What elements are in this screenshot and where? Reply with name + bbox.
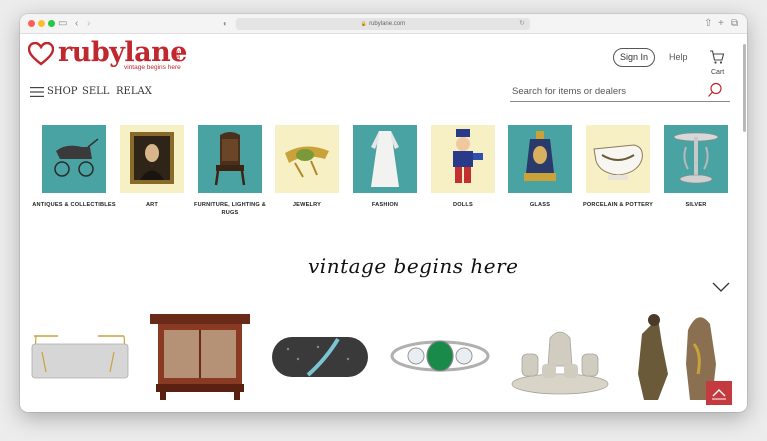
portrait-icon [120, 125, 184, 193]
nav-shop[interactable]: SHOP [47, 85, 78, 99]
product-image-silver-clutch[interactable] [28, 332, 132, 382]
browser-toolbar: ▭ ‹ › ◐ 🔒 rubylane.com ↻ ⇧ + ⧉ [20, 14, 747, 34]
privacy-shield-icon[interactable]: ◐ [223, 17, 228, 31]
nav-relax[interactable]: RELAX [116, 85, 152, 99]
sign-in-button[interactable]: Sign In [613, 48, 655, 67]
search-box [510, 80, 730, 102]
reload-icon[interactable]: ↻ [519, 18, 525, 30]
search-icon[interactable] [707, 82, 723, 98]
nav-sell[interactable]: SELL [82, 85, 109, 99]
category-label: GLASS [529, 202, 551, 208]
gravy-boat-icon [586, 125, 650, 193]
scrollbar-thumb[interactable] [743, 44, 746, 132]
page-scrollbar[interactable] [743, 36, 746, 412]
category-jewelry[interactable]: JEWELRY [275, 125, 339, 209]
cart-label[interactable]: Cart [711, 69, 724, 76]
category-label: ANTIQUES & COLLECTIBLES [32, 202, 116, 208]
hero-tagline: vintage begins here [308, 254, 519, 278]
back-icon[interactable]: ‹ [75, 17, 78, 31]
category-strip: ANTIQUES & COLLECTIBLES ART FURNITURE, L… [32, 125, 732, 225]
address-bar[interactable]: 🔒 rubylane.com ↻ [236, 18, 530, 30]
carriage-icon [42, 125, 106, 193]
zoom-window-button[interactable] [48, 20, 55, 27]
chair-icon [198, 125, 262, 193]
new-tab-icon[interactable]: + [718, 17, 724, 31]
category-label: PORCELAIN & POTTERY [582, 202, 654, 208]
forward-icon[interactable]: › [87, 17, 90, 31]
brand-tagline: vintage begins here [124, 64, 181, 71]
category-label: FURNITURE, LIGHTING & RUGS [194, 202, 266, 216]
product-image-emerald-ring[interactable] [388, 326, 492, 388]
category-antiques[interactable]: ANTIQUES & COLLECTIBLES [32, 125, 116, 209]
category-fashion[interactable]: FASHION [353, 125, 417, 209]
lock-icon: 🔒 [360, 21, 368, 27]
category-furniture[interactable]: FURNITURE, LIGHTING & RUGS [194, 125, 266, 217]
epergne-icon [664, 125, 728, 193]
site-header: rubylane .com vintage begins here Sign I… [20, 34, 747, 124]
brooch-icon [275, 125, 339, 193]
cart-icon[interactable] [709, 49, 725, 65]
scroll-to-top-button[interactable] [706, 381, 732, 405]
chevron-up-icon [712, 389, 726, 400]
hamburger-menu-icon[interactable] [30, 86, 44, 98]
category-label: FASHION [371, 202, 399, 208]
gown-icon [353, 125, 417, 193]
browser-window: ▭ ‹ › ◐ 🔒 rubylane.com ↻ ⇧ + ⧉ rubylane .… [20, 14, 747, 412]
help-link[interactable]: Help [669, 52, 688, 62]
heart-logo-icon[interactable] [28, 42, 54, 66]
share-icon[interactable]: ⇧ [704, 17, 712, 31]
product-image-curio-cabinet[interactable] [148, 312, 252, 402]
product-image-silver-tea-set[interactable] [508, 318, 612, 398]
category-label: ART [145, 202, 159, 208]
category-label: DOLLS [453, 202, 473, 208]
tab-overview-icon[interactable]: ⧉ [731, 17, 738, 31]
category-glass[interactable]: GLASS [508, 125, 572, 209]
category-dolls[interactable]: DOLLS [431, 125, 495, 209]
close-window-button[interactable] [28, 20, 35, 27]
doll-icon [431, 125, 495, 193]
category-porcelain[interactable]: PORCELAIN & POTTERY [583, 125, 653, 209]
minimize-window-button[interactable] [38, 20, 45, 27]
vase-icon [508, 125, 572, 193]
brand-dotcom: .com [175, 49, 181, 60]
category-label: SILVER [685, 202, 707, 208]
chevron-down-icon[interactable] [712, 282, 730, 292]
product-image-beaded-purse[interactable] [268, 329, 372, 385]
category-silver[interactable]: SILVER [664, 125, 728, 209]
search-input[interactable] [512, 84, 702, 98]
category-label: JEWELRY [292, 202, 322, 208]
url-text: rubylane.com [369, 21, 406, 27]
sidebar-toggle-icon[interactable]: ▭ [58, 17, 67, 31]
category-art[interactable]: ART [120, 125, 184, 209]
